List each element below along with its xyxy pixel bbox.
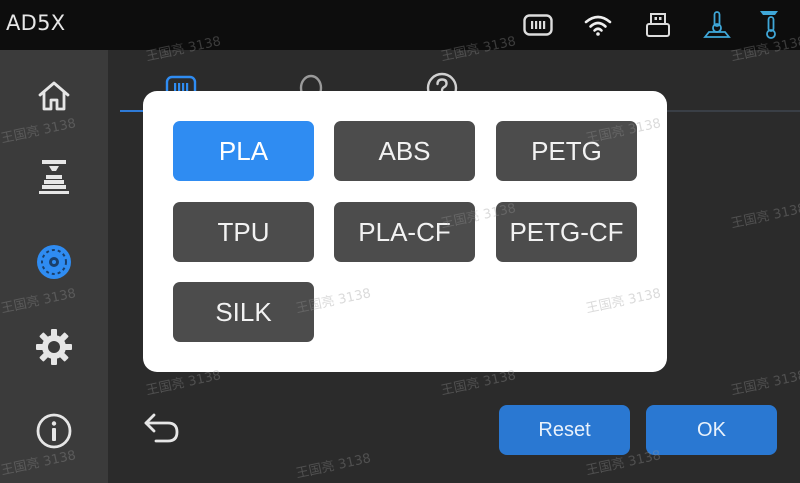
material-option-pla[interactable]: PLA — [173, 121, 314, 181]
sidebar-item-home[interactable] — [30, 72, 78, 120]
material-option-petg[interactable]: PETG — [496, 121, 637, 181]
reset-button[interactable]: Reset — [499, 405, 630, 455]
filament-spool-icon — [37, 245, 71, 279]
material-option-tpu[interactable]: TPU — [173, 202, 314, 262]
gear-icon — [36, 329, 72, 365]
back-button[interactable] — [140, 405, 184, 449]
material-option-petg-cf[interactable]: PETG-CF — [496, 202, 637, 262]
status-bar: AD5X — [0, 0, 800, 50]
info-icon — [36, 413, 72, 449]
sidebar-item-settings[interactable] — [30, 323, 78, 371]
nozzle-temperature-icon[interactable] — [701, 9, 733, 41]
printer-nozzle-icon — [39, 160, 69, 194]
material-option-silk[interactable]: SILK — [173, 282, 314, 342]
material-select-dialog: PLA ABS PETG TPU PLA-CF PETG-CF SILK — [143, 91, 667, 372]
back-arrow-icon — [144, 413, 179, 443]
bed-temperature-icon[interactable] — [755, 9, 787, 41]
material-option-pla-cf[interactable]: PLA-CF — [334, 202, 475, 262]
device-name: AD5X — [6, 11, 66, 35]
ok-button[interactable]: OK — [646, 405, 777, 455]
material-option-abs[interactable]: ABS — [334, 121, 475, 181]
sidebar-item-filament[interactable] — [30, 238, 78, 286]
filament-spool-status-icon[interactable] — [522, 9, 554, 41]
sidebar — [0, 50, 108, 483]
wifi-icon[interactable] — [582, 9, 614, 41]
sidebar-item-print[interactable] — [30, 153, 78, 201]
sidebar-item-about[interactable] — [30, 407, 78, 455]
home-icon — [38, 81, 70, 111]
usb-icon[interactable] — [642, 9, 674, 41]
